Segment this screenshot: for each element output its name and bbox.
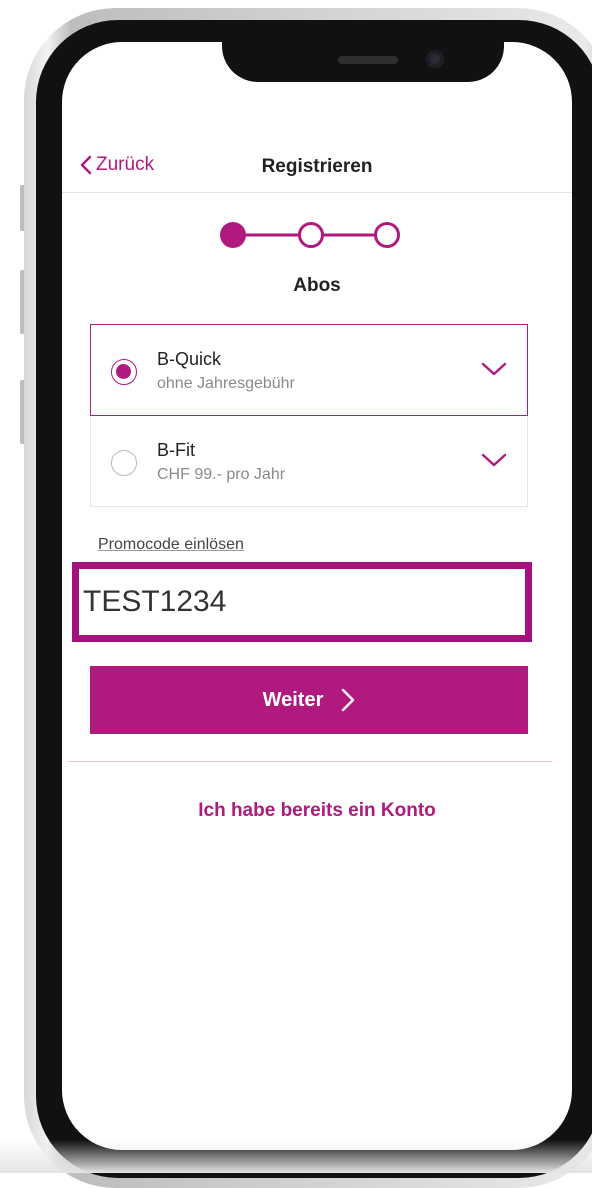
plan-option-b-fit[interactable]: B-Fit CHF 99.- pro Jahr: [90, 416, 528, 507]
plan-subtitle: CHF 99.- pro Jahr: [157, 466, 286, 483]
chevron-down-icon[interactable]: [481, 452, 507, 468]
notch: [222, 42, 504, 82]
step-2-dot: [298, 222, 324, 248]
radio-selected-icon[interactable]: [111, 359, 137, 385]
existing-account-link[interactable]: Ich habe bereits ein Konto: [62, 800, 572, 822]
promo-highlight-box: [72, 562, 532, 642]
plan-name: B-Quick: [157, 349, 222, 369]
step-1-dot: [220, 222, 246, 248]
phone-screen: Zurück Registrieren Abos B-Quick ohne Ja…: [62, 42, 572, 1150]
speaker: [338, 56, 398, 64]
page-title: Registrieren: [261, 156, 373, 177]
step-3-dot: [374, 222, 400, 248]
chevron-down-icon[interactable]: [481, 361, 507, 377]
continue-label: Weiter: [262, 688, 324, 711]
promo-code-input[interactable]: [79, 569, 525, 635]
navigation-bar: Zurück Registrieren: [62, 152, 572, 193]
plan-name: B-Fit: [157, 440, 195, 460]
plan-subtitle: ohne Jahresgebühr: [157, 375, 295, 392]
promo-label: Promocode einlösen: [98, 536, 244, 553]
divider: [68, 761, 552, 762]
plan-option-b-quick[interactable]: B-Quick ohne Jahresgebühr: [90, 324, 528, 416]
continue-button[interactable]: Weiter: [90, 666, 528, 734]
progress-stepper: [220, 222, 400, 248]
camera-icon: [426, 50, 444, 68]
radio-unselected-icon[interactable]: [111, 450, 137, 476]
plan-list: B-Quick ohne Jahresgebühr B-Fit CHF 99.-…: [90, 324, 528, 507]
section-title: Abos: [293, 275, 341, 296]
bottom-shadow: [0, 1140, 592, 1173]
chevron-right-icon: [342, 688, 355, 712]
